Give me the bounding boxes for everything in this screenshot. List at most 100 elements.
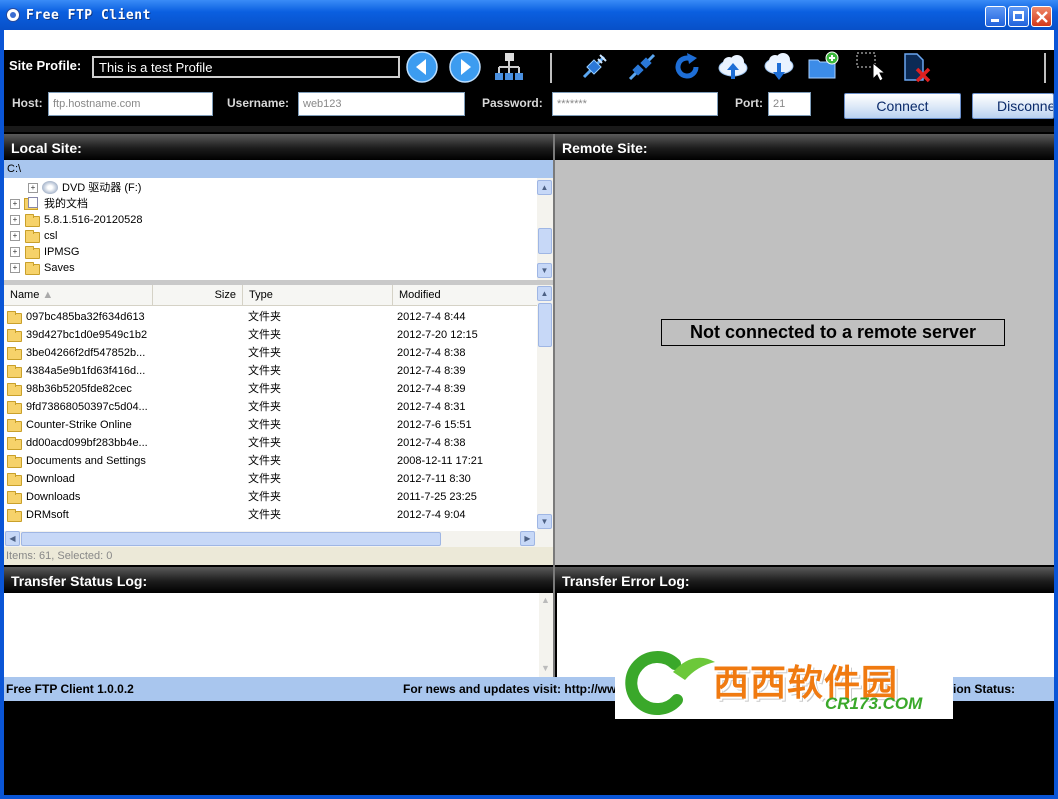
upload-cloud-icon[interactable]: [717, 51, 749, 83]
watermark-en-text: CR173.COM: [825, 694, 923, 713]
vertical-splitter[interactable]: [553, 134, 555, 677]
not-connected-message: Not connected to a remote server: [661, 319, 1005, 346]
app-icon[interactable]: [6, 8, 20, 22]
file-modified: 2012-7-4 9:04: [397, 509, 466, 521]
list-scroll-down-button[interactable]: ▼: [537, 514, 552, 529]
log-scroll-up-icon[interactable]: ▲: [541, 595, 550, 605]
transfer-status-log-header: Transfer Status Log:: [4, 567, 553, 593]
disconnect-button[interactable]: Disconne: [972, 93, 1054, 119]
tree-item-label: Saves: [44, 262, 75, 274]
tree-expand-icon[interactable]: +: [10, 247, 20, 257]
file-row[interactable]: 98b36b5205fde82cec 文件夹 2012-7-4 8:39: [4, 380, 537, 398]
network-icon[interactable]: [493, 51, 525, 83]
list-scroll-left-button[interactable]: ◀: [5, 531, 20, 546]
download-cloud-icon[interactable]: [763, 51, 795, 83]
sort-ascending-icon: ▲: [42, 289, 54, 301]
tree-item-label: 我的文档: [44, 198, 88, 210]
maximize-button[interactable]: [1008, 6, 1029, 27]
tree-expand-icon[interactable]: +: [28, 183, 38, 193]
tree-expand-icon[interactable]: +: [10, 199, 20, 209]
folder-icon: [25, 214, 40, 227]
tree-expand-icon[interactable]: +: [10, 231, 20, 241]
file-type: 文件夹: [248, 455, 281, 467]
file-row[interactable]: DRMsoft 文件夹 2012-7-4 9:04: [4, 506, 537, 524]
list-scroll-thumb[interactable]: [538, 303, 552, 347]
file-name: Counter-Strike Online: [26, 419, 132, 431]
port-input[interactable]: 21: [768, 92, 811, 116]
local-site-header: Local Site:: [4, 134, 553, 160]
file-row[interactable]: 39d427bc1d0e9549c1b2 文件夹 2012-7-20 12:15: [4, 326, 537, 344]
file-name: Documents and Settings: [26, 455, 146, 467]
window-title: Free FTP Client: [26, 8, 151, 23]
file-modified: 2012-7-20 12:15: [397, 329, 478, 341]
remote-file-panel[interactable]: [555, 160, 1054, 565]
column-header-type[interactable]: Type: [243, 285, 393, 305]
file-name: DRMsoft: [26, 509, 69, 521]
list-scroll-up-button[interactable]: ▲: [537, 286, 552, 301]
file-row[interactable]: 097bc485ba32f634d613 文件夹 2012-7-4 8:44: [4, 308, 537, 326]
file-name: Download: [26, 473, 75, 485]
file-row[interactable]: Download 文件夹 2012-7-11 8:30: [4, 470, 537, 488]
tree-scrollbar[interactable]: ▲ ▼: [537, 178, 553, 280]
folder-icon: [25, 262, 40, 275]
folder-icon: [7, 419, 22, 432]
file-list-hscrollbar[interactable]: ◀ ▶: [4, 531, 553, 547]
dvd-drive-icon: [42, 181, 58, 194]
list-scroll-right-button[interactable]: ▶: [520, 531, 535, 546]
delete-file-icon[interactable]: [901, 51, 933, 83]
local-status-bar: Items: 61, Selected: 0: [4, 547, 555, 565]
local-path-bar[interactable]: C:\: [4, 160, 553, 178]
toolbar-gap: [4, 126, 1054, 132]
select-cursor-icon[interactable]: [855, 51, 887, 83]
list-hscroll-thumb[interactable]: [21, 532, 441, 546]
minimize-button[interactable]: [985, 6, 1006, 27]
file-row[interactable]: dd00acd099bf283bb4e... 文件夹 2012-7-4 8:38: [4, 434, 537, 452]
file-modified: 2012-7-4 8:39: [397, 383, 466, 395]
local-folder-tree: + DVD 驱动器 (F:) + 我的文档 +5.8.1.516-20120528 + cs…: [4, 178, 537, 280]
site-profile-input[interactable]: This is a test Profile: [92, 56, 400, 78]
file-modified: 2008-12-11 17:21: [397, 455, 484, 467]
site-profile-label: Site Profile:: [9, 58, 82, 73]
tree-scroll-down-button[interactable]: ▼: [537, 263, 552, 278]
file-name: 3be04266f2df547852b...: [26, 347, 146, 359]
refresh-icon[interactable]: [671, 51, 703, 83]
tree-expand-icon[interactable]: +: [10, 215, 20, 225]
transfer-status-log[interactable]: [4, 593, 539, 677]
close-button[interactable]: [1031, 6, 1052, 27]
tree-expand-icon[interactable]: +: [10, 263, 20, 273]
password-input[interactable]: *******: [552, 92, 718, 116]
connection-bar: Host: ftp.hostname.com Username: web123 …: [4, 86, 1054, 126]
tree-item-label: IPMSG: [44, 246, 80, 258]
tree-scroll-thumb[interactable]: [538, 228, 552, 254]
file-row[interactable]: Documents and Settings 文件夹 2008-12-11 17:2…: [4, 452, 537, 470]
disconnect-plug-icon[interactable]: [626, 51, 658, 83]
column-header-modified[interactable]: Modified: [393, 285, 537, 305]
window-frame-right: [1054, 30, 1058, 799]
forward-arrow-icon[interactable]: [449, 51, 481, 83]
connect-plug-icon[interactable]: [578, 51, 610, 83]
toolbar-separator: [550, 53, 552, 83]
file-type: 文件夹: [248, 383, 281, 395]
window-frame-bottom: [0, 795, 1058, 799]
file-row[interactable]: 3be04266f2df547852b... 文件夹 2012-7-4 8:38: [4, 344, 537, 362]
log-scroll-down-icon[interactable]: ▼: [541, 663, 550, 673]
connect-button[interactable]: Connect: [844, 93, 961, 119]
new-folder-icon[interactable]: [807, 50, 839, 82]
file-list-scrollbar[interactable]: ▲ ▼: [537, 285, 553, 532]
file-row[interactable]: 4384a5e9b1fd63f416d... 文件夹 2012-7-4 8:39: [4, 362, 537, 380]
tree-scroll-up-button[interactable]: ▲: [537, 180, 552, 195]
local-file-list: 097bc485ba32f634d613 文件夹 2012-7-4 8:44 39d4…: [4, 306, 537, 532]
file-row[interactable]: Downloads 文件夹 2011-7-25 23:25: [4, 488, 537, 506]
file-row[interactable]: Counter-Strike Online 文件夹 2012-7-6 15:51: [4, 416, 537, 434]
watermark-logo: 西西软件园 CR173.COM: [615, 644, 953, 719]
host-input[interactable]: ftp.hostname.com: [48, 92, 213, 116]
username-input[interactable]: web123: [298, 92, 465, 116]
file-type: 文件夹: [248, 347, 281, 359]
column-header-size[interactable]: Size: [153, 285, 243, 305]
folder-icon: [7, 401, 22, 414]
back-arrow-icon[interactable]: [406, 51, 438, 83]
column-header-name[interactable]: Name ▲: [4, 285, 153, 305]
status-log-scrollbar[interactable]: ▲ ▼: [539, 593, 553, 677]
folder-icon: [7, 329, 22, 342]
file-row[interactable]: 9fd73868050397c5d04... 文件夹 2012-7-4 8:31: [4, 398, 537, 416]
